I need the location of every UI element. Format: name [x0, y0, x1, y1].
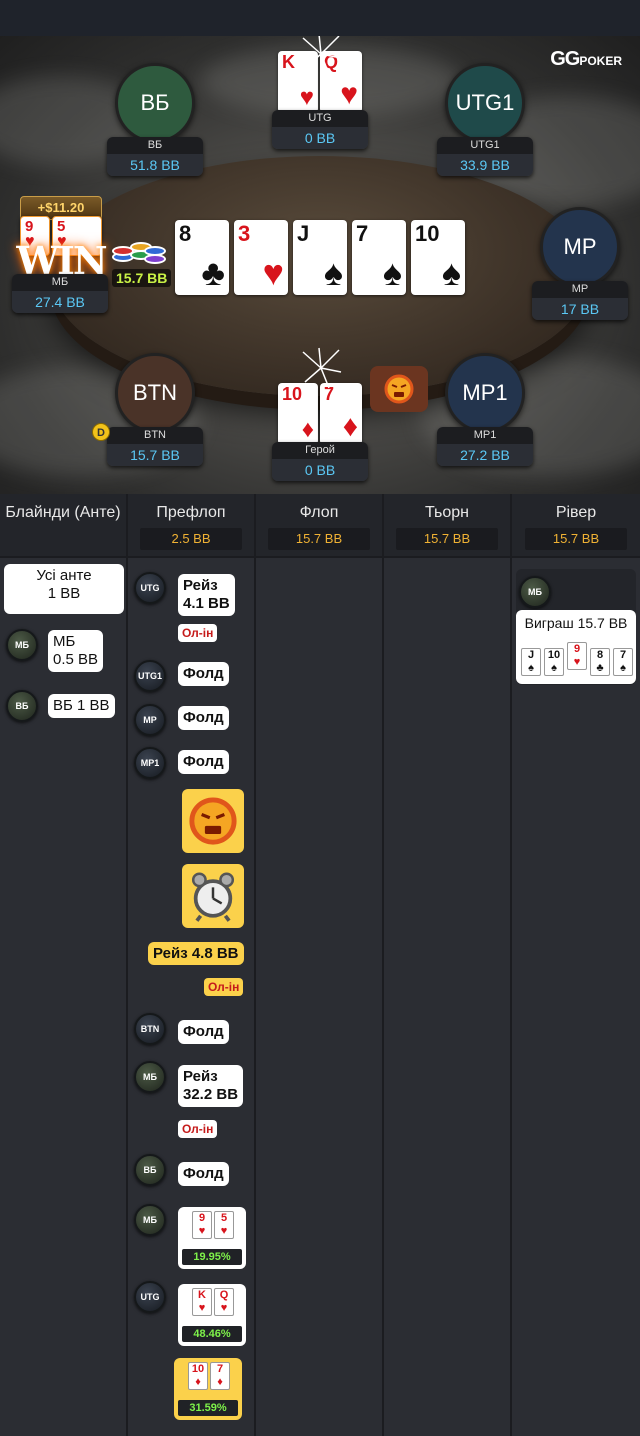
dealer-button: D: [92, 423, 110, 441]
allin-tag: Ол-ін: [204, 978, 244, 996]
mini-card: 7 ♠: [613, 648, 633, 676]
alarm-clock-sticker: [182, 864, 244, 928]
ante-bubble: Усі анте 1 BB: [4, 564, 124, 614]
pot-chips-icon: [110, 236, 166, 272]
hero-card-2: 7 ♦: [320, 383, 362, 445]
alarm-clock-icon: [191, 872, 235, 922]
hand-replay-screen: GGPOKER ВБ ВБ 51.8 BB UTG1 UTG1 33.9 BB …: [0, 0, 640, 1436]
btn-action-bubble: Фолд: [178, 1020, 229, 1044]
player-chip-utg1: UTG1: [134, 660, 166, 692]
seat-utg1[interactable]: UTG1 UTG1 33.9 BB: [437, 63, 533, 176]
avatar: UTG1: [445, 63, 525, 143]
mp1-action-bubble: Фолд: [178, 750, 229, 774]
street-header: Флоп 15.7 BB: [256, 494, 382, 558]
player-chip-bb: ВБ: [134, 1154, 166, 1186]
seat-mp[interactable]: MP MP 17 BB: [532, 207, 628, 320]
hero-card-1: 10 ♦: [278, 383, 318, 445]
seat-sb[interactable]: МБ 27.4 BB: [12, 274, 108, 313]
river-win-bubble: Виграш 15.7 BB J ♠ 10 ♠ 9 ♥ 8 ♣ 7 ♠: [516, 610, 636, 684]
mini-card: 7 ♦: [210, 1362, 230, 1390]
avatar: ВБ: [115, 63, 195, 143]
angry-face-icon: [384, 374, 414, 404]
mini-card: 5 ♥: [214, 1211, 234, 1239]
player-chip-sb: МБ: [134, 1204, 166, 1236]
nameplate: UTG 0 BB: [272, 110, 368, 149]
nameplate: MP 17 BB: [532, 281, 628, 320]
street-header: Тьорн 15.7 BB: [384, 494, 510, 558]
mp-action-bubble: Фолд: [178, 706, 229, 730]
nameplate: BTN 15.7 BB: [107, 427, 203, 466]
mini-card: J ♠: [521, 648, 541, 676]
player-chip-mp: MP: [134, 704, 166, 736]
avatar: BTN: [115, 353, 195, 433]
action-history: Блайнди (Анте) Усі анте 1 BB МБ МБ 0.5 B…: [0, 494, 640, 1436]
nameplate: ВБ 51.8 BB: [107, 137, 203, 176]
player-chip-btn: BTN: [134, 1013, 166, 1045]
player-chip-sb: МБ: [519, 576, 551, 608]
seat-utg[interactable]: UTG 0 BB: [272, 110, 368, 149]
hero-showdown-equity: 10 ♦ 7 ♦ 31.59%: [174, 1358, 242, 1420]
board-card-3: J ♠: [293, 220, 347, 295]
crack-icon: [302, 347, 342, 389]
seat-bb[interactable]: ВБ ВБ 51.8 BB: [107, 63, 203, 176]
equity-percent: 19.95%: [182, 1249, 242, 1265]
avatar: MP1: [445, 353, 525, 433]
allin-tag: Ол-ін: [178, 1120, 218, 1138]
street-header: Префлоп 2.5 BB: [128, 494, 254, 558]
mini-card: Q ♥: [214, 1288, 234, 1316]
equity-percent: 48.46%: [182, 1326, 242, 1342]
hero-action-bubble: Рейз 4.8 BB: [148, 942, 244, 965]
poker-table-area: GGPOKER ВБ ВБ 51.8 BB UTG1 UTG1 33.9 BB …: [0, 36, 640, 494]
street-column-turn: Тьорн 15.7 BB: [384, 494, 512, 1436]
pot-amount: 15.7 BB: [112, 269, 172, 287]
player-chip-mp1: MP1: [134, 747, 166, 779]
utg-showdown-equity: K ♥ Q ♥ 48.46%: [178, 1284, 246, 1346]
ggpoker-logo: GGPOKER: [550, 48, 622, 70]
street-header: Рівер 15.7 BB: [512, 494, 640, 558]
board-card-2: 3 ♥: [234, 220, 288, 295]
equity-percent: 31.59%: [178, 1400, 238, 1416]
sb-showdown-equity: 9 ♥ 5 ♥ 19.95%: [178, 1207, 246, 1269]
player-chip-sb: МБ: [6, 629, 38, 661]
mini-card: 10 ♦: [188, 1362, 208, 1390]
seat-btn[interactable]: BTN BTN 15.7 BB: [107, 353, 203, 466]
board-card-4: 7 ♠: [352, 220, 406, 295]
bb-action-bubble: Фолд: [178, 1162, 229, 1186]
crack-icon: [302, 36, 342, 75]
sb-action-bubble: Рейз 32.2 BB: [178, 1065, 244, 1107]
player-chip-utg: UTG: [134, 572, 166, 604]
nameplate: МБ 27.4 BB: [12, 274, 108, 313]
nameplate: MP1 27.2 BB: [437, 427, 533, 466]
street-header: Блайнди (Анте): [0, 494, 126, 558]
angry-emote-sticker: [182, 789, 244, 853]
utg-action-bubble: Рейз 4.1 BB: [178, 574, 235, 616]
seat-mp1[interactable]: MP1 MP1 27.2 BB: [437, 353, 533, 466]
emote-bubble: [370, 366, 428, 412]
street-column-preflop: Префлоп 2.5 BB UTG Рейз 4.1 BB Ол-ін UTG…: [128, 494, 256, 1436]
street-column-blinds: Блайнди (Анте) Усі анте 1 BB МБ МБ 0.5 B…: [0, 494, 128, 1436]
street-column-flop: Флоп 15.7 BB: [256, 494, 384, 1436]
nameplate: UTG1 33.9 BB: [437, 137, 533, 176]
top-bar: [0, 0, 640, 36]
sb-blind-bubble: МБ 0.5 BB: [48, 630, 104, 672]
player-chip-sb: МБ: [134, 1061, 166, 1093]
board-card-1: 8 ♣: [175, 220, 229, 295]
utg1-action-bubble: Фолд: [178, 662, 229, 686]
seat-hero[interactable]: Герой 0 BB: [272, 442, 368, 481]
bb-blind-bubble: ВБ 1 BB: [48, 694, 115, 718]
player-chip-utg: UTG: [134, 1281, 166, 1313]
avatar: MP: [540, 207, 620, 287]
mini-card: 9 ♥: [192, 1211, 212, 1239]
angry-face-icon: [189, 797, 237, 845]
mini-card: 10 ♠: [544, 648, 564, 676]
board-card-5: 10 ♠: [411, 220, 465, 295]
nameplate: Герой 0 BB: [272, 442, 368, 481]
mini-card: 8 ♣: [590, 648, 610, 676]
mini-card: K ♥: [192, 1288, 212, 1316]
mini-card: 9 ♥: [567, 642, 587, 670]
player-chip-bb: ВБ: [6, 690, 38, 722]
allin-tag: Ол-ін: [178, 624, 218, 642]
